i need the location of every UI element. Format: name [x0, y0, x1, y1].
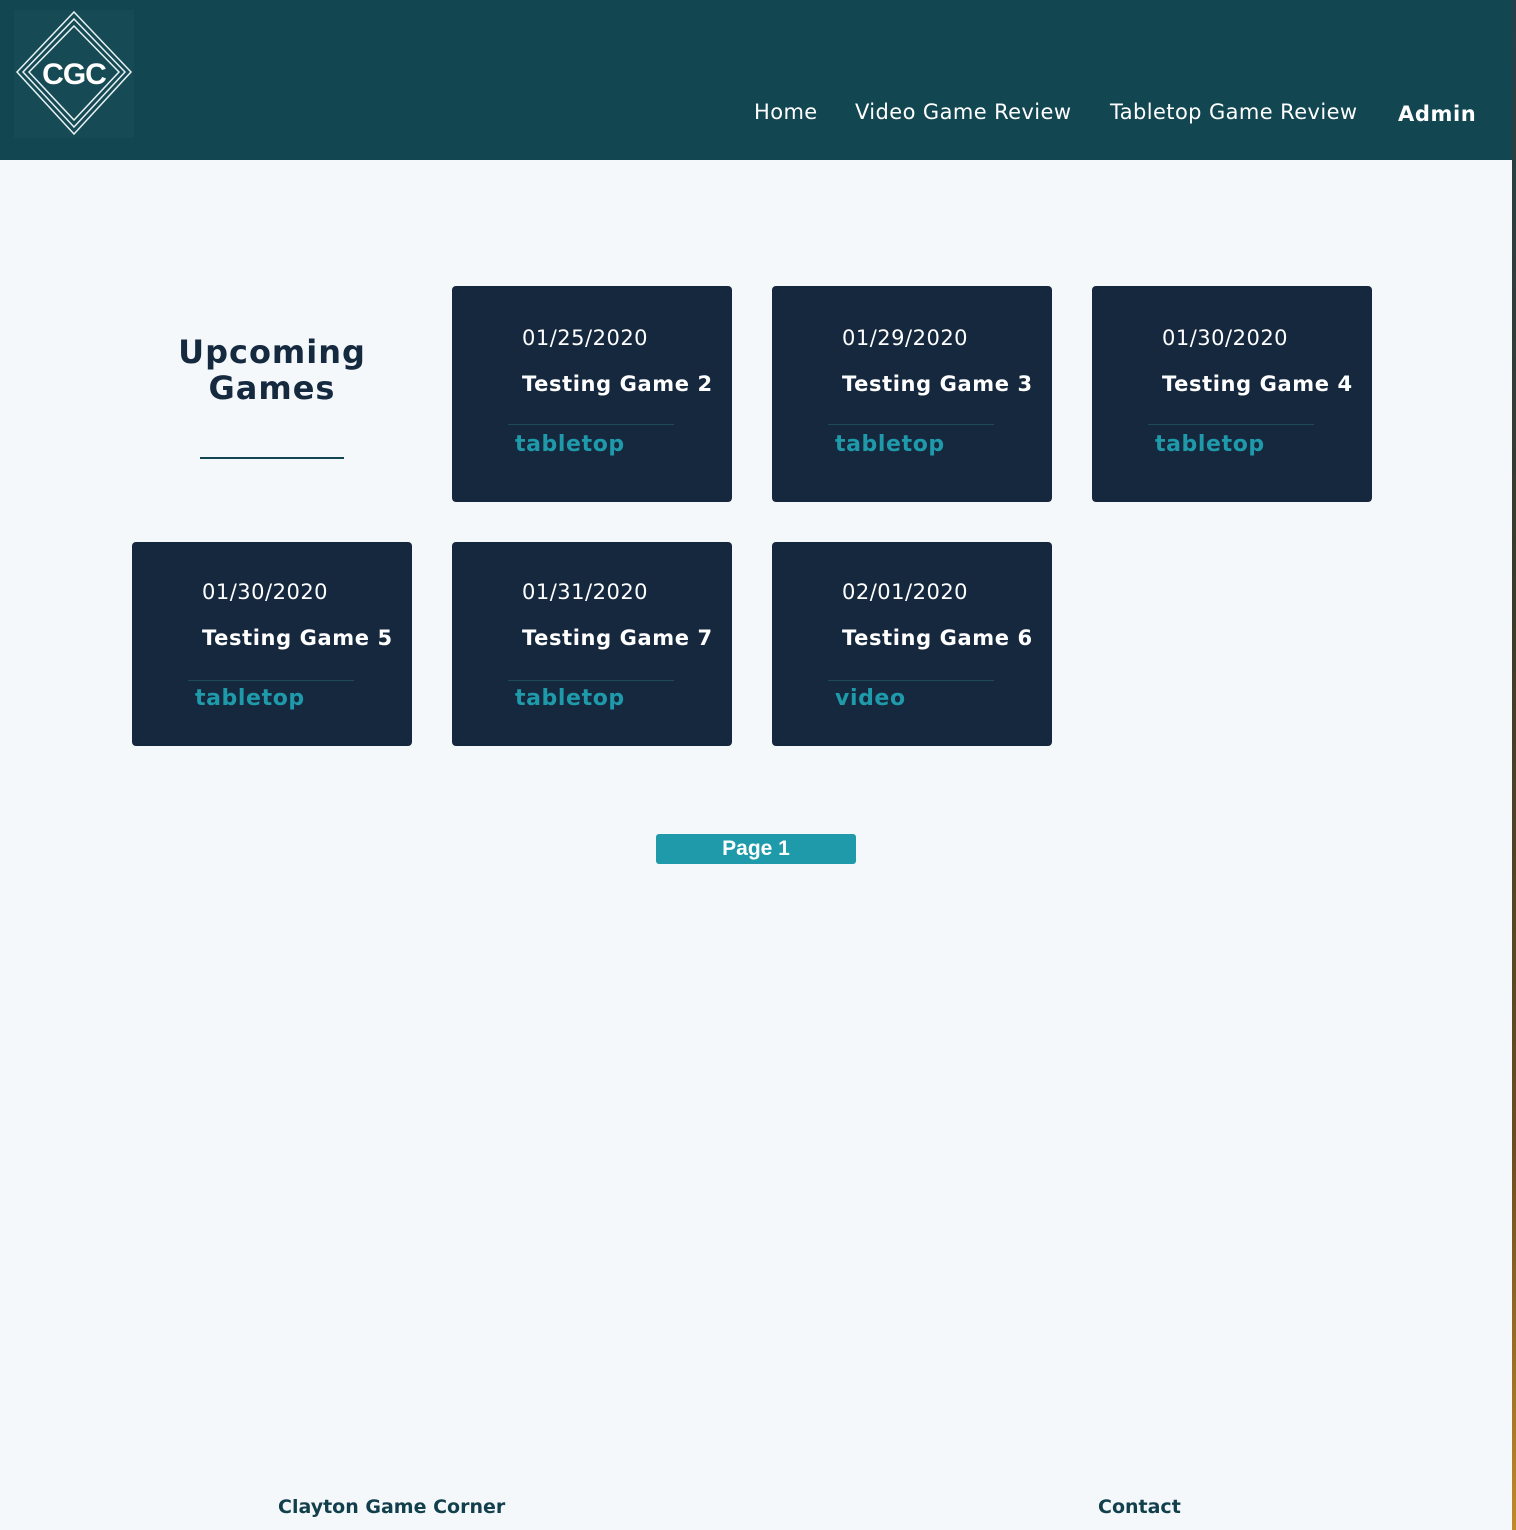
card-divider: [188, 680, 354, 681]
game-card[interactable]: 01/31/2020 Testing Game 7 tabletop: [452, 542, 732, 746]
game-date: 02/01/2020: [842, 580, 969, 604]
footer-site-name[interactable]: Clayton Game Corner: [278, 1496, 505, 1518]
game-card[interactable]: 01/25/2020 Testing Game 2 tabletop: [452, 286, 732, 502]
game-title: Testing Game 3: [842, 372, 1033, 396]
card-divider: [508, 680, 674, 681]
game-category[interactable]: tabletop: [515, 432, 625, 457]
game-category[interactable]: video: [835, 686, 906, 711]
nav-tabletop-game-review[interactable]: Tabletop Game Review: [1110, 100, 1358, 124]
card-divider: [828, 680, 994, 681]
nav-home[interactable]: Home: [754, 100, 818, 124]
game-category[interactable]: tabletop: [1155, 432, 1265, 457]
section-title: Upcoming Games: [132, 334, 412, 406]
game-category[interactable]: tabletop: [515, 686, 625, 711]
logo-diamond-icon: CGC: [15, 10, 133, 136]
game-date: 01/30/2020: [202, 580, 329, 604]
card-divider: [508, 424, 674, 425]
game-title: Testing Game 5: [202, 626, 393, 650]
card-divider: [1148, 424, 1314, 425]
game-date: 01/31/2020: [522, 580, 649, 604]
game-category[interactable]: tabletop: [835, 432, 945, 457]
game-card[interactable]: 01/29/2020 Testing Game 3 tabletop: [772, 286, 1052, 502]
logo-text: CGC: [42, 58, 106, 91]
section-title-divider: [200, 457, 344, 459]
game-card[interactable]: 02/01/2020 Testing Game 6 video: [772, 542, 1052, 746]
game-date: 01/25/2020: [522, 326, 649, 350]
nav-video-game-review[interactable]: Video Game Review: [855, 100, 1071, 124]
game-date: 01/30/2020: [1162, 326, 1289, 350]
section-title-line2: Games: [208, 369, 336, 407]
game-title: Testing Game 7: [522, 626, 713, 650]
game-title: Testing Game 2: [522, 372, 713, 396]
cgc-logo[interactable]: CGC: [14, 10, 134, 138]
nav-admin[interactable]: Admin: [1398, 102, 1476, 126]
card-divider: [828, 424, 994, 425]
footer-contact-link[interactable]: Contact: [1098, 1496, 1181, 1518]
pagination-page-1-button[interactable]: Page 1: [656, 834, 856, 864]
game-title: Testing Game 4: [1162, 372, 1353, 396]
game-category[interactable]: tabletop: [195, 686, 305, 711]
game-date: 01/29/2020: [842, 326, 969, 350]
site-header: CGC Home Video Game Review Tabletop Game…: [0, 0, 1512, 160]
window-edge: [1512, 0, 1516, 1530]
game-card[interactable]: 01/30/2020 Testing Game 4 tabletop: [1092, 286, 1372, 502]
game-card[interactable]: 01/30/2020 Testing Game 5 tabletop: [132, 542, 412, 746]
section-title-line1: Upcoming: [178, 333, 366, 371]
game-title: Testing Game 6: [842, 626, 1033, 650]
